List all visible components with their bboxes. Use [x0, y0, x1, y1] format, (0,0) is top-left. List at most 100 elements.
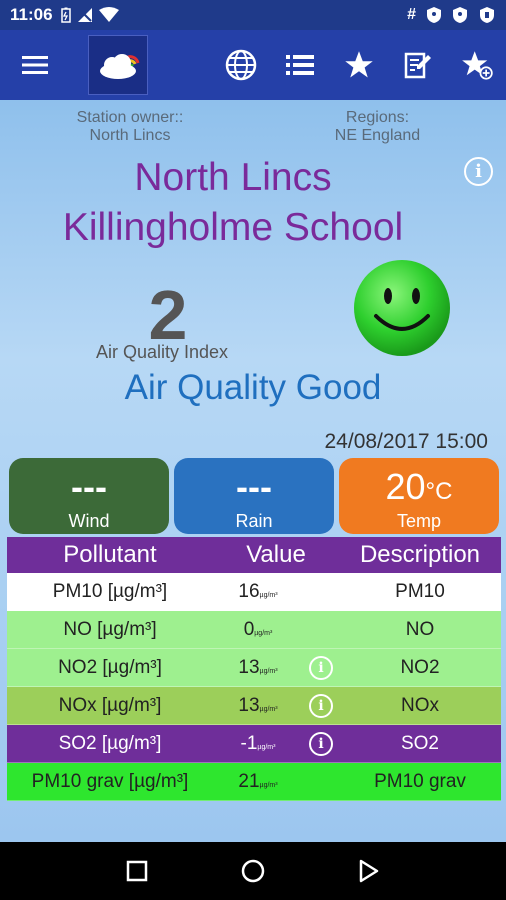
regions-value: NE England [334, 127, 421, 144]
table-row[interactable]: PM10 [µg/m³] 16µg/m³ PM10 [7, 573, 501, 611]
pollutant-description: NO [405, 618, 435, 640]
add-favorite-button[interactable] [447, 30, 506, 100]
cloud-sun-icon [100, 54, 140, 79]
home-icon[interactable] [240, 858, 266, 884]
pollutant-info-button[interactable]: i [309, 731, 333, 756]
wind-tile[interactable]: --- Wind [9, 458, 169, 534]
app-logo [88, 35, 148, 95]
pollutant-table: Pollutant Value Description PM10 [µg/m³]… [7, 537, 501, 801]
notes-button[interactable] [388, 30, 447, 100]
pollutant-name: SO2 [µg/m³] [58, 732, 162, 754]
pollutant-description: PM10 grav [374, 770, 466, 792]
rain-label: Rain [235, 511, 273, 531]
reading-timestamp: 24/08/2017 15:00 [324, 430, 489, 453]
map-button[interactable] [211, 30, 270, 100]
pollutant-description: PM10 [395, 580, 445, 602]
pollutant-name: PM10 grav [µg/m³] [31, 770, 189, 792]
menu-icon [22, 56, 48, 74]
station-name-line2: Killingholme School [62, 206, 404, 249]
hash-icon: # [407, 6, 416, 23]
pollutant-name: NO [µg/m³] [63, 618, 157, 640]
star-add-icon [461, 51, 493, 80]
pollutant-value: 13 [238, 694, 260, 716]
station-info-button[interactable]: i [464, 157, 493, 186]
pollutant-value-cell: 21µg/m³ [213, 771, 303, 793]
pollutant-value: 0 [243, 618, 255, 640]
temp-unit: °C [425, 478, 453, 505]
header-description: Description [359, 541, 481, 568]
list-icon [285, 55, 314, 75]
pollutant-value: -1 [240, 732, 258, 754]
info-icon: i [475, 161, 482, 182]
smiley-face-icon [354, 260, 450, 356]
app-bar [0, 30, 506, 100]
pollutant-value-cell: 0µg/m³ [213, 619, 303, 641]
battery-icon [480, 7, 494, 23]
info-icon: i [318, 659, 324, 676]
owner-block: Station owner:: North Lincs [55, 109, 205, 145]
shield-icon [427, 7, 441, 23]
pollutant-description: SO2 [400, 732, 440, 754]
regions-label: Regions: [345, 109, 410, 126]
pollutant-unit: µg/m³ [254, 629, 273, 637]
wind-value: --- [71, 466, 107, 507]
pollutant-info-button[interactable]: i [309, 655, 333, 680]
station-content: Station owner:: North Lincs Regions: NE … [0, 100, 506, 842]
pollutant-unit: µg/m³ [259, 667, 278, 675]
pollutant-unit: µg/m³ [257, 743, 276, 751]
temp-value: 20 [385, 466, 426, 507]
wind-label: Wind [68, 511, 110, 531]
pollutant-value: 13 [238, 656, 260, 678]
temp-label: Temp [396, 511, 441, 531]
shield-icon [453, 7, 467, 23]
pollutant-value-cell: 13µg/m³ [213, 657, 303, 679]
owner-value: North Lincs [89, 127, 171, 144]
header-value: Value [246, 541, 306, 568]
status-time: 11:06 [10, 5, 53, 24]
rain-tile[interactable]: --- Rain [174, 458, 334, 534]
edit-note-icon [404, 52, 431, 79]
station-name-line1: North Lincs [134, 156, 332, 199]
favorites-button[interactable] [329, 30, 388, 100]
table-row[interactable]: SO2 [µg/m³] -1µg/m³ i SO2 [7, 725, 501, 763]
table-header: Pollutant Value Description [7, 537, 501, 573]
pollutant-name: NO2 [µg/m³] [58, 656, 162, 678]
aqi-label: Air Quality Index [96, 342, 229, 362]
air-quality-status: Air Quality Good [124, 368, 382, 407]
pollutant-unit: µg/m³ [259, 781, 278, 789]
pollutant-unit: µg/m³ [259, 705, 278, 713]
info-icon: i [318, 697, 324, 714]
rain-value: --- [236, 466, 272, 507]
table-row[interactable]: NO2 [µg/m³] 13µg/m³ i NO2 [7, 649, 501, 687]
table-row[interactable]: NO [µg/m³] 0µg/m³ NO [7, 611, 501, 649]
pollutant-name: PM10 [µg/m³] [52, 580, 168, 602]
back-icon[interactable] [358, 859, 380, 883]
menu-button[interactable] [0, 30, 70, 100]
pollutant-value: 21 [238, 770, 260, 792]
temp-tile[interactable]: 20°C Temp [339, 458, 499, 534]
pollutant-value-cell: 16µg/m³ [213, 581, 303, 603]
status-bar: 11:06 # [0, 0, 506, 30]
header-pollutant: Pollutant [63, 541, 157, 568]
pollutant-description: NOx [401, 694, 439, 716]
pollutant-info-button[interactable]: i [309, 693, 333, 718]
pollutant-description: NO2 [400, 656, 440, 678]
star-icon [344, 51, 373, 78]
no-signal-icon [77, 8, 92, 22]
info-icon: i [318, 735, 324, 752]
table-row[interactable]: NOx [µg/m³] 13µg/m³ i NOx [7, 687, 501, 725]
pollutant-unit: µg/m³ [259, 591, 278, 599]
table-row[interactable]: PM10 grav [µg/m³] 21µg/m³ PM10 grav [7, 763, 501, 801]
list-button[interactable] [270, 30, 329, 100]
wifi-icon [98, 7, 119, 22]
owner-label: Station owner:: [76, 109, 184, 126]
system-nav-bar [0, 842, 506, 900]
pollutant-value-cell: 13µg/m³ [213, 695, 303, 717]
pollutant-value: 16 [238, 580, 260, 602]
globe-icon [225, 49, 256, 81]
pollutant-value-cell: -1µg/m³ [213, 733, 303, 755]
battery-saver-icon [60, 7, 71, 23]
regions-block: Regions: NE England [310, 109, 445, 145]
recents-icon[interactable] [126, 860, 148, 882]
pollutant-name: NOx [µg/m³] [58, 694, 162, 716]
